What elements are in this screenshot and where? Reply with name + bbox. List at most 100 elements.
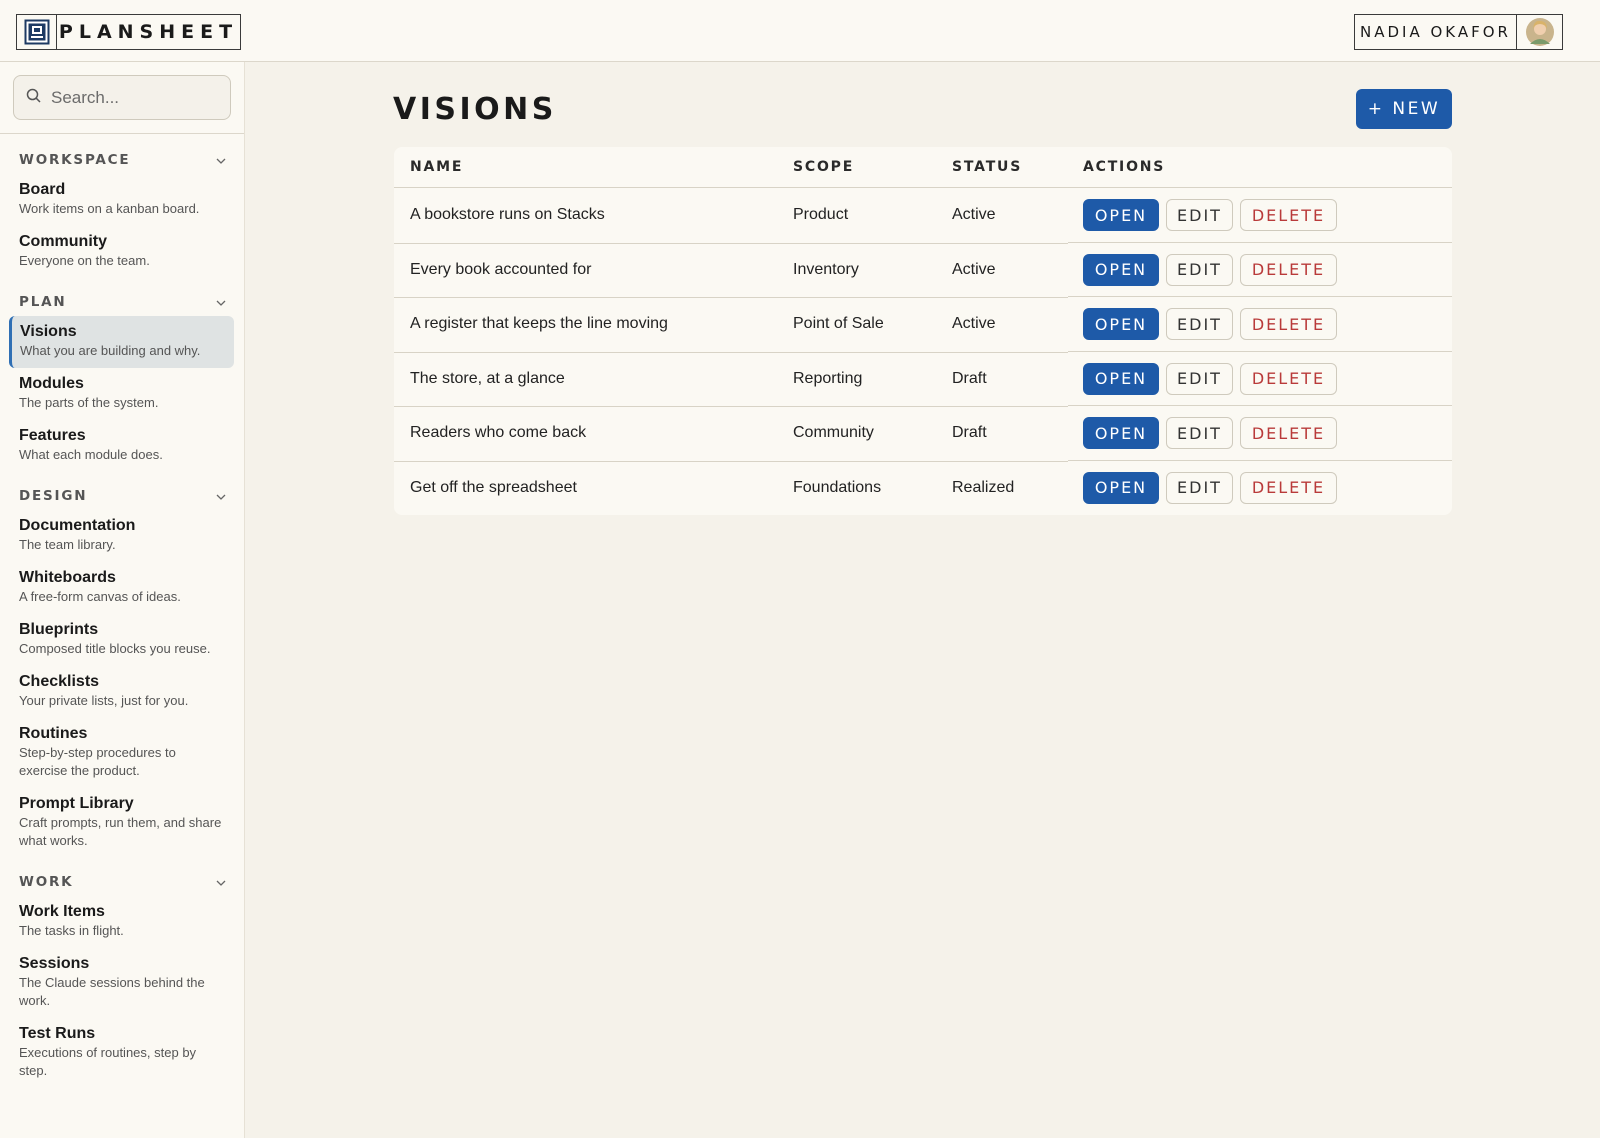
search-box[interactable]	[13, 75, 231, 120]
open-button[interactable]: OPEN	[1083, 417, 1159, 450]
section-workspace[interactable]: WORKSPACE	[0, 146, 244, 174]
column-header-scope[interactable]: SCOPE	[793, 159, 854, 175]
open-button[interactable]: OPEN	[1083, 199, 1159, 232]
sidebar-item-prompt-library[interactable]: Prompt Library Craft prompts, run them, …	[0, 788, 234, 858]
edit-button[interactable]: EDIT	[1166, 253, 1233, 286]
sidebar-item-label: Test Runs	[19, 1025, 96, 1042]
edit-button[interactable]: EDIT	[1166, 471, 1233, 504]
sidebar-item-visions[interactable]: Visions What you are building and why.	[9, 316, 234, 368]
chevron-down-icon[interactable]	[216, 873, 226, 891]
delete-button[interactable]: DELETE	[1240, 362, 1337, 395]
row-divider	[394, 297, 1068, 298]
row-actions: OPEN EDIT DELETE	[1083, 253, 1337, 286]
section-plan[interactable]: PLAN	[0, 288, 244, 316]
sidebar-item-desc: Everyone on the team.	[19, 253, 150, 268]
sidebar-item-desc: A free-form canvas of ideas.	[19, 589, 181, 604]
search-icon	[26, 88, 41, 108]
vision-scope: Reporting	[793, 369, 863, 387]
sidebar-item-label: Whiteboards	[19, 569, 116, 586]
app-name: PLANSHEET	[58, 21, 239, 43]
table-row[interactable]: Readers who come back Community Draft OP…	[394, 405, 1452, 461]
sidebar-item-board[interactable]: Board Work items on a kanban board.	[0, 174, 234, 226]
vision-scope: Community	[793, 424, 874, 442]
sidebar-item-sessions[interactable]: Sessions The Claude sessions behind the …	[0, 948, 234, 1018]
row-divider	[1068, 241, 1452, 243]
row-actions: OPEN EDIT DELETE	[1083, 471, 1337, 504]
row-divider	[394, 460, 1068, 462]
open-button[interactable]: OPEN	[1083, 362, 1159, 395]
sidebar-item-checklists[interactable]: Checklists Your private lists, just for …	[0, 666, 234, 718]
sidebar-item-label: Checklists	[19, 673, 100, 690]
sidebar-item-documentation[interactable]: Documentation The team library.	[0, 510, 234, 562]
sidebar-item-modules[interactable]: Modules The parts of the system.	[0, 368, 234, 420]
sidebar-item-features[interactable]: Features What each module does.	[0, 420, 234, 472]
vision-status: Realized	[952, 478, 1015, 496]
delete-button[interactable]: DELETE	[1240, 253, 1337, 286]
sidebar-item-routines[interactable]: Routines Step-by-step procedures to exer…	[0, 718, 234, 788]
edit-button[interactable]: EDIT	[1166, 417, 1233, 450]
sidebar-item-community[interactable]: Community Everyone on the team.	[0, 226, 234, 278]
avatar[interactable]	[1516, 15, 1562, 49]
section-design[interactable]: DESIGN	[0, 482, 244, 510]
row-divider	[394, 406, 1068, 407]
logo-icon	[17, 15, 57, 49]
sidebar-item-label: Community	[19, 233, 107, 250]
row-actions: OPEN EDIT DELETE	[1083, 417, 1337, 450]
vision-name: Get off the spreadsheet	[410, 478, 577, 496]
delete-button[interactable]: DELETE	[1240, 199, 1337, 232]
vision-name: A bookstore runs on Stacks	[410, 206, 605, 224]
open-button[interactable]: OPEN	[1083, 253, 1159, 286]
brand[interactable]: PLANSHEET	[16, 14, 241, 50]
vision-status: Draft	[952, 369, 987, 387]
delete-button[interactable]: DELETE	[1240, 308, 1337, 341]
sidebar-item-label: Work Items	[19, 903, 105, 920]
sidebar-item-blueprints[interactable]: Blueprints Composed title blocks you reu…	[0, 614, 234, 666]
user-menu[interactable]: NADIA OKAFOR	[1354, 14, 1563, 50]
edit-button[interactable]: EDIT	[1166, 308, 1233, 341]
row-divider	[1068, 405, 1452, 406]
column-header-name[interactable]: NAME	[410, 159, 463, 175]
sidebar-item-label: Features	[19, 427, 86, 444]
delete-button[interactable]: DELETE	[1240, 417, 1337, 450]
chevron-down-icon[interactable]	[216, 487, 226, 505]
table-row[interactable]: A bookstore runs on Stacks Product Activ…	[394, 188, 1452, 243]
row-actions: OPEN EDIT DELETE	[1083, 308, 1337, 341]
vision-status: Draft	[952, 424, 987, 442]
sidebar-item-whiteboards[interactable]: Whiteboards A free-form canvas of ideas.	[0, 562, 234, 614]
vision-scope: Inventory	[793, 260, 859, 278]
search-input[interactable]	[51, 87, 221, 108]
sidebar-item-desc: Your private lists, just for you.	[19, 693, 189, 708]
section-title: WORKSPACE	[19, 152, 131, 168]
chevron-down-icon[interactable]	[216, 293, 226, 311]
vision-scope: Product	[793, 206, 849, 224]
edit-button[interactable]: EDIT	[1166, 362, 1233, 395]
sidebar-item-desc: Composed title blocks you reuse.	[19, 641, 211, 656]
table-row[interactable]: Every book accounted for Inventory Activ…	[394, 241, 1452, 298]
section-title: PLAN	[19, 294, 67, 310]
sidebar-item-work-items[interactable]: Work Items The tasks in flight.	[0, 896, 234, 948]
sidebar-item-desc: Craft prompts, run them, and share what …	[19, 815, 222, 848]
chevron-down-icon[interactable]	[216, 151, 226, 169]
section-title: WORK	[19, 874, 74, 890]
sidebar-item-label: Routines	[19, 725, 88, 742]
section-title: DESIGN	[19, 488, 88, 504]
table-row[interactable]: Get off the spreadsheet Foundations Real…	[394, 459, 1452, 516]
sidebar-item-test-runs[interactable]: Test Runs Executions of routines, step b…	[0, 1018, 234, 1088]
sidebar-item-desc: Step-by-step procedures to exercise the …	[19, 745, 176, 778]
edit-button[interactable]: EDIT	[1166, 199, 1233, 232]
open-button[interactable]: OPEN	[1083, 308, 1159, 341]
search-area	[0, 62, 244, 134]
new-vision-button[interactable]: + NEW	[1356, 89, 1452, 129]
table-row[interactable]: The store, at a glance Reporting Draft O…	[394, 350, 1452, 407]
sidebar-item-desc: The parts of the system.	[19, 395, 159, 410]
sidebar-item-label: Blueprints	[19, 621, 99, 638]
row-divider	[1068, 350, 1452, 352]
column-header-status[interactable]: STATUS	[952, 159, 1022, 175]
sidebar-item-label: Board	[19, 181, 66, 198]
vision-scope: Foundations	[793, 478, 882, 496]
open-button[interactable]: OPEN	[1083, 471, 1159, 504]
row-actions: OPEN EDIT DELETE	[1083, 362, 1337, 395]
section-work[interactable]: WORK	[0, 868, 244, 896]
table-row[interactable]: A register that keeps the line moving Po…	[394, 296, 1452, 352]
delete-button[interactable]: DELETE	[1240, 471, 1337, 504]
